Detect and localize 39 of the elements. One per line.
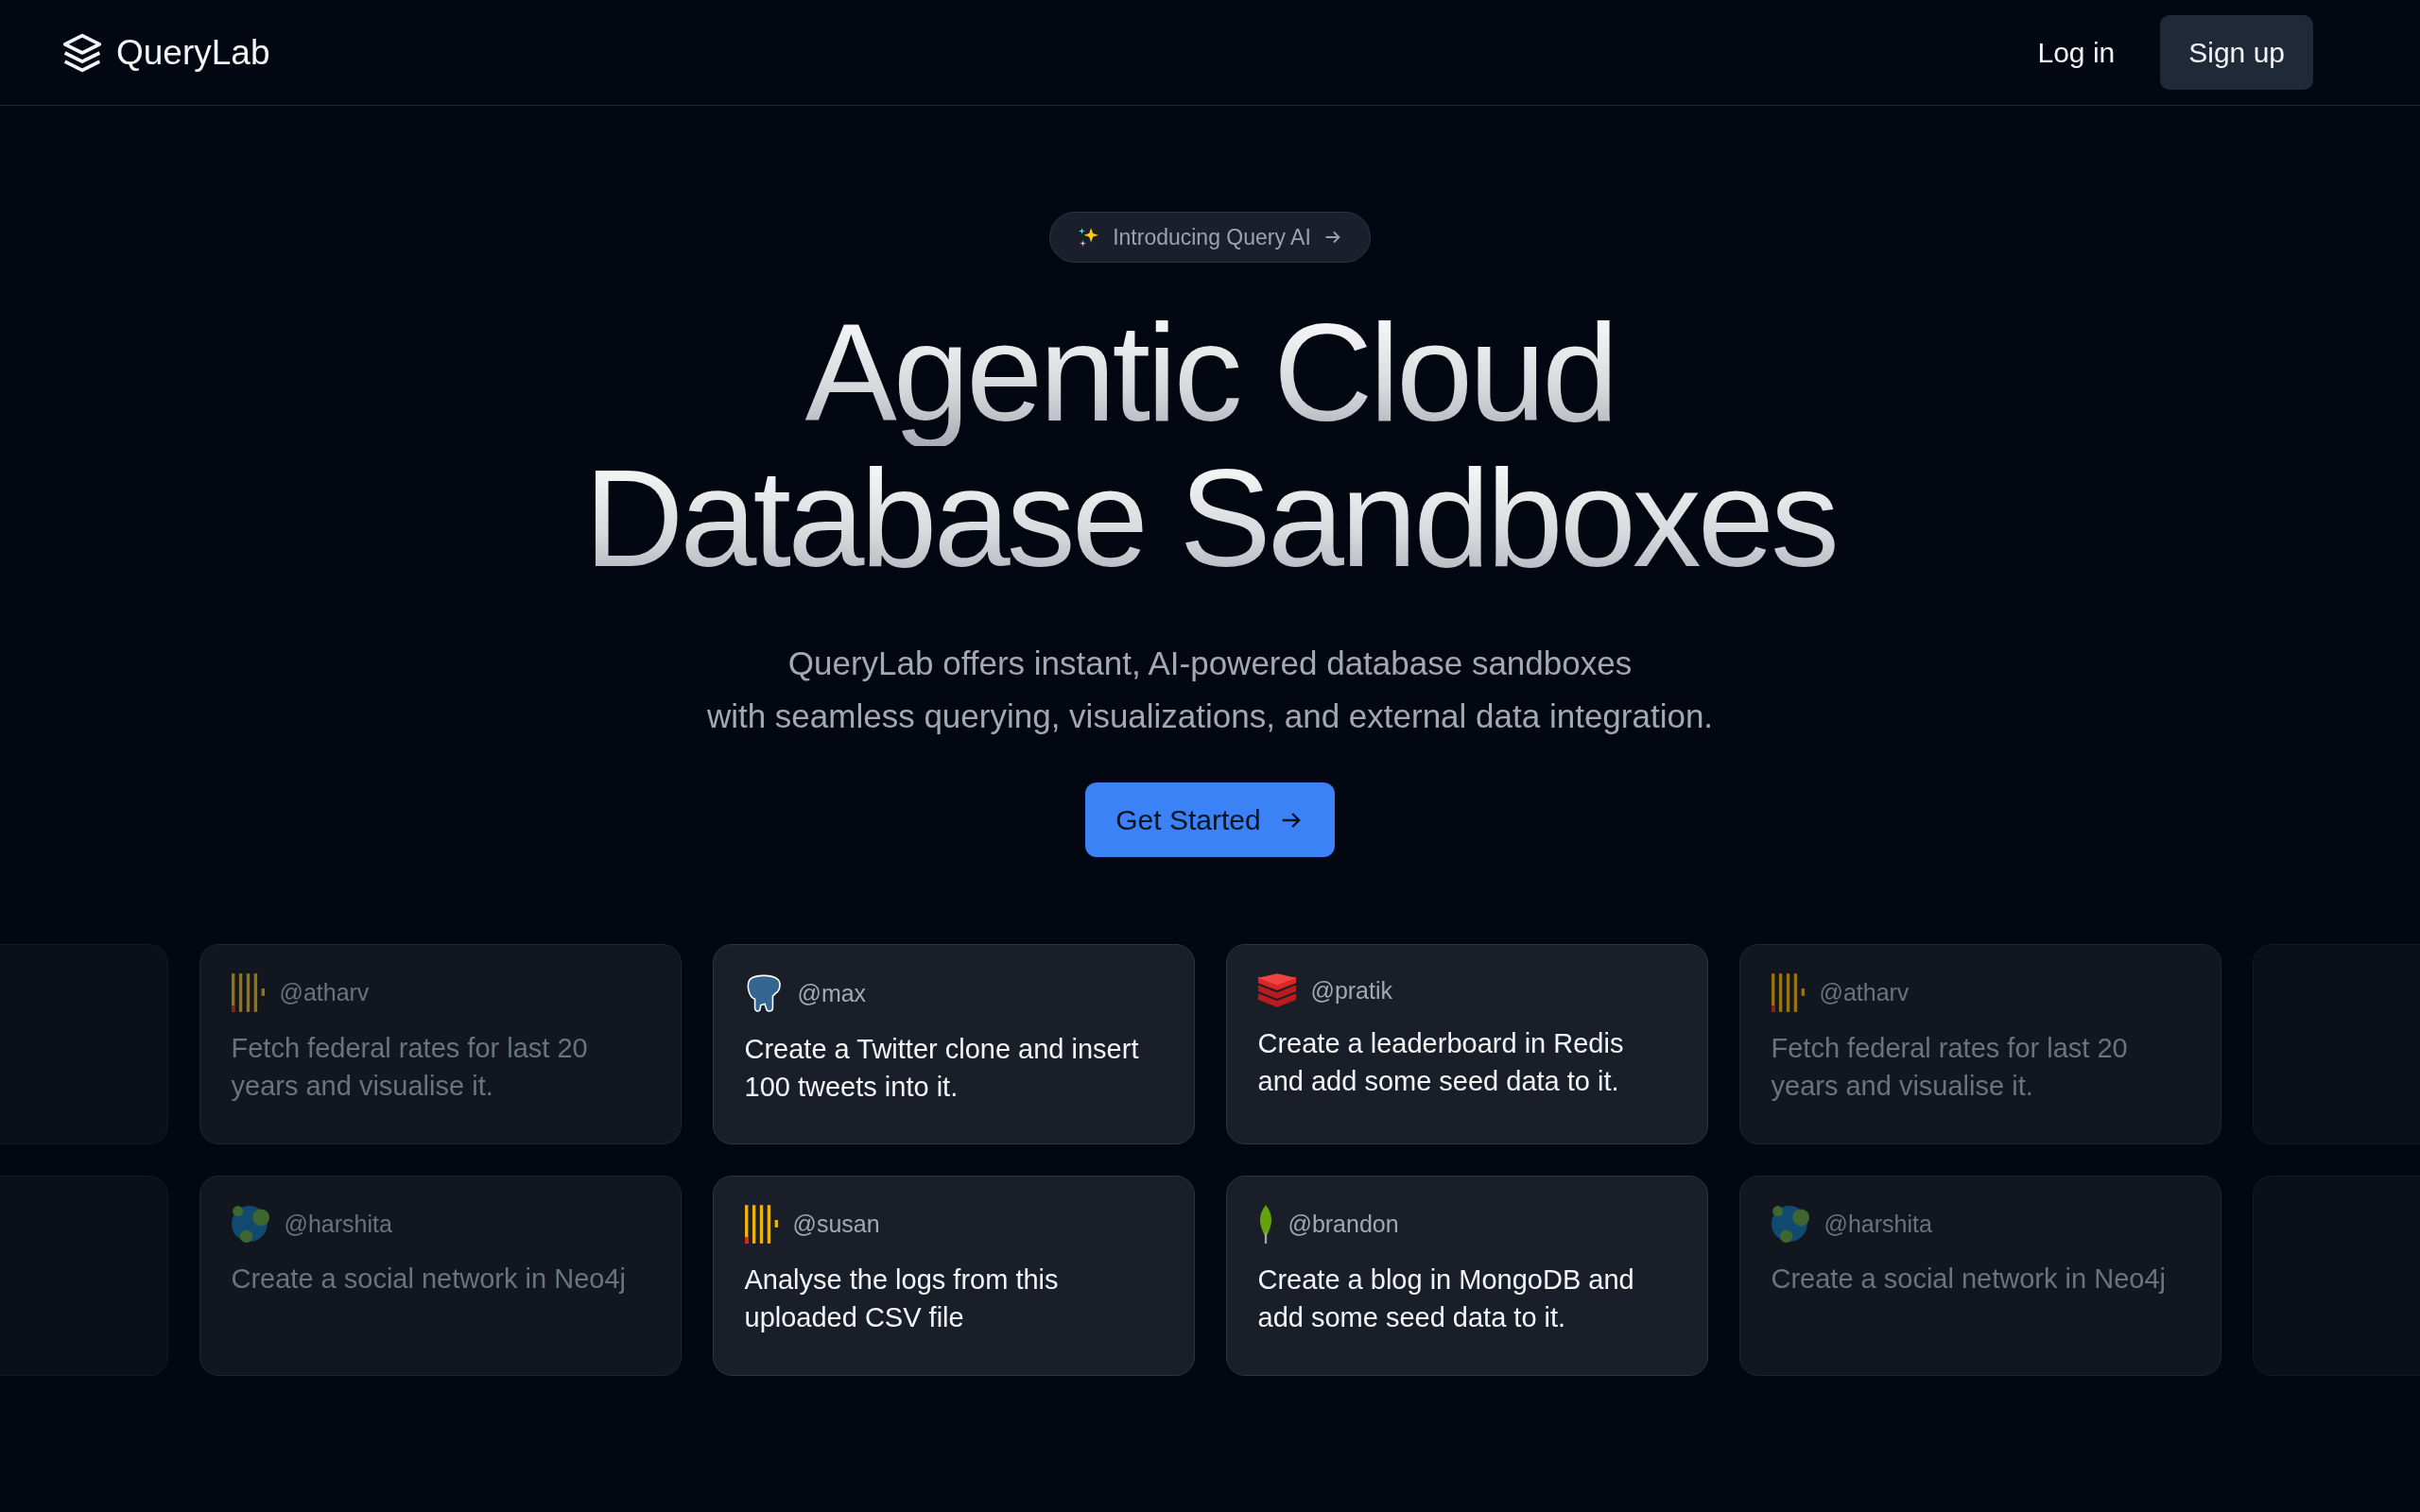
- prompt-card[interactable]: @pratik Create a leaderboard in Redis and add some seed data to it.: [1225, 944, 1708, 1144]
- user-handle: @pratik: [1310, 976, 1392, 1005]
- graph-icon: [1771, 1205, 1809, 1243]
- leaf-icon: [1257, 1205, 1273, 1244]
- prompt-card[interactable]: @atharv Fetch federal rates for last 20 years and visualise it.: [1738, 944, 2221, 1144]
- prompt-text: Create a social network in Neo4j: [1771, 1263, 2167, 1296]
- user-handle: @harshita: [284, 1210, 392, 1238]
- get-started-button[interactable]: Get Started: [1085, 782, 1335, 857]
- bars-icon: [744, 1205, 778, 1244]
- user-handle: @susan: [792, 1211, 880, 1238]
- prompt-card[interactable]: @harshita Create a social network in Neo4j: [1738, 1176, 2221, 1376]
- announcement-badge[interactable]: Introducing Query AI: [1049, 212, 1371, 263]
- prompt-text: Create a blog in MongoDB and add some seed data to it.: [1257, 1263, 1635, 1334]
- prompt-card[interactable]: @max Create a Twitter clone and insert 100 tweets into it.: [712, 944, 1195, 1144]
- stack-icon: [1257, 973, 1296, 1007]
- prompt-text: Create a leaderboard in Redis and add some seed data to it.: [1257, 1027, 1625, 1098]
- prompt-text: Create a social network in Neo4j: [231, 1263, 627, 1296]
- login-link[interactable]: Log in: [2037, 36, 2116, 69]
- signup-button[interactable]: Sign up: [2160, 15, 2313, 90]
- subtitle-text: QueryLab offers instant, AI-powered database sandboxes: [787, 644, 1633, 683]
- graph-icon: [231, 1205, 269, 1243]
- prompt-text: Create a Twitter clone and insert 100 tweets into it.: [744, 1033, 1140, 1104]
- layers-logo-icon: [61, 31, 103, 74]
- logo-text[interactable]: QueryLab: [116, 32, 270, 73]
- prompt-card[interactable]: @atharv Fetch federal rates for last 20 years and visualise it.: [199, 944, 682, 1144]
- prompt-text: Fetch federal rates for last 20 years and visualise it.: [231, 1032, 589, 1103]
- user-handle: @brandon: [1288, 1211, 1399, 1238]
- user-handle: @max: [797, 979, 867, 1007]
- bars-icon: [1771, 973, 1805, 1012]
- prompt-card[interactable]: @brandon Create a blog in MongoDB and add some seed data to it.: [1225, 1176, 1708, 1376]
- user-handle: @harshita: [1824, 1210, 1932, 1238]
- prompt-text: Analyse the logs from this uploaded CSV file: [744, 1263, 1060, 1334]
- prompt-text: Fetch federal rates for last 20 years and visualise it.: [1771, 1032, 2129, 1103]
- bars-icon: [231, 973, 265, 1012]
- user-handle: @atharv: [1819, 979, 1910, 1006]
- user-handle: @atharv: [279, 979, 370, 1006]
- prompt-card[interactable]: @harshita Create a social network in Neo4j: [199, 1176, 682, 1376]
- subtitle-text: with seamless querying, visualizations, and external data integration.: [706, 696, 1714, 736]
- prompt-card[interactable]: @susan Analyse the logs from this uploaded CSV file: [712, 1176, 1195, 1376]
